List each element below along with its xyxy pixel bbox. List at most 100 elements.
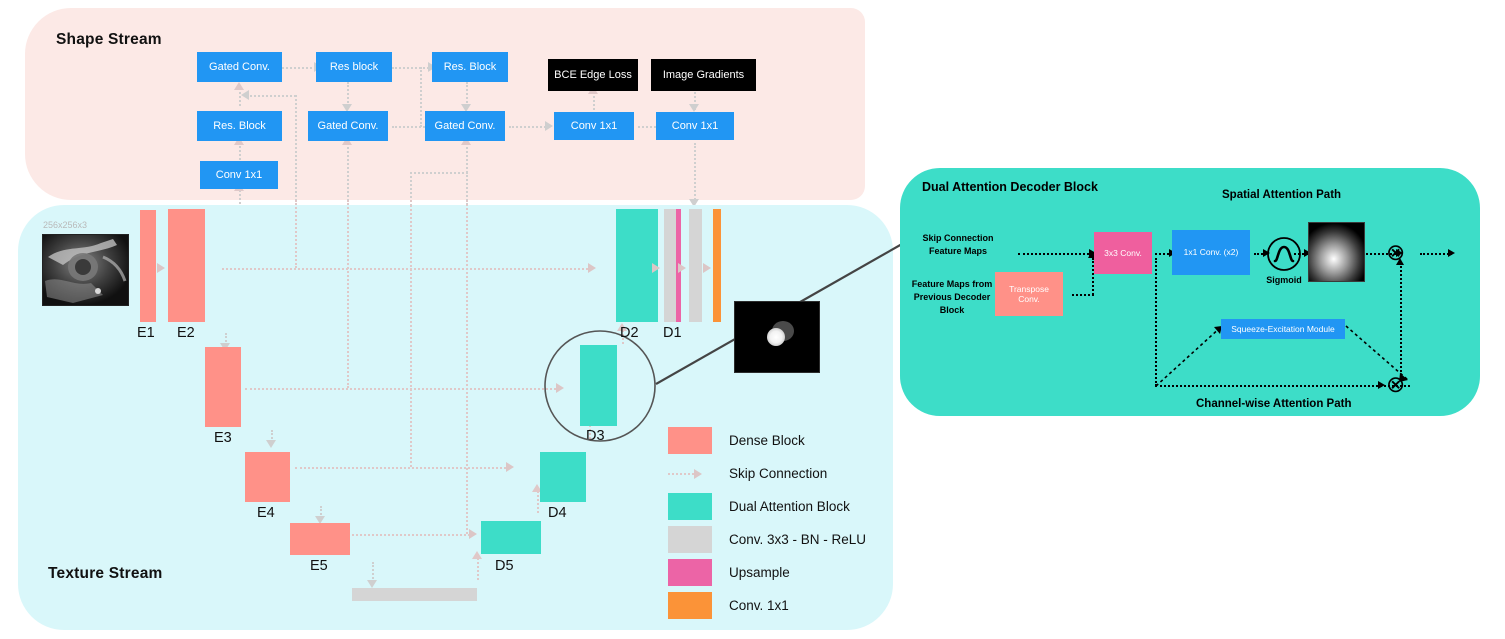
input-arrow bbox=[157, 263, 165, 273]
shape-block-conv-1x1-c[interactable]: Conv 1x1 bbox=[656, 112, 734, 140]
skip-arrow bbox=[588, 263, 596, 273]
shape-connector bbox=[246, 95, 296, 97]
legend: Dense Block Skip Connection Dual Attenti… bbox=[668, 424, 888, 622]
skip-connection-input-label-line2: Feature Maps bbox=[928, 246, 988, 256]
encoder-label-e5: E5 bbox=[310, 558, 328, 574]
skip-riser bbox=[410, 200, 412, 467]
legend-swatch-dual-attention-block bbox=[668, 493, 712, 520]
decoder-flow-arrow bbox=[652, 263, 660, 273]
encoder-label-e2: E2 bbox=[177, 325, 195, 341]
dab-transpose-conv-box[interactable]: Transpose Conv. bbox=[995, 272, 1063, 316]
skip-connection-e1 bbox=[222, 268, 592, 270]
encoder-block-e4[interactable] bbox=[245, 452, 290, 502]
prev-decoder-input-label-line3: Block bbox=[939, 305, 965, 315]
encoder-block-e5[interactable] bbox=[290, 523, 350, 555]
legend-item-skip-connection: Skip Connection bbox=[668, 457, 888, 490]
input-mri-image bbox=[42, 234, 129, 306]
dab-conv1x1-box[interactable]: 1x1 Conv. (x2) bbox=[1172, 230, 1250, 275]
legend-swatch-skip-connection bbox=[668, 460, 712, 487]
decoder-up-connector bbox=[537, 491, 539, 513]
shape-connector-arrow bbox=[241, 90, 249, 100]
shape-stream-title: Shape Stream bbox=[56, 31, 162, 48]
shape-connector bbox=[282, 67, 316, 69]
shape-connector-arrow bbox=[545, 121, 553, 131]
encoder-down-arrow bbox=[367, 580, 377, 588]
prev-decoder-input-label-line2: Previous Decoder bbox=[913, 292, 991, 302]
legend-swatch-conv-bn-relu bbox=[668, 526, 712, 553]
skip-riser bbox=[347, 200, 349, 388]
decoder-flow-arrow bbox=[678, 263, 686, 273]
bottleneck-conv-bn-relu[interactable] bbox=[352, 588, 477, 601]
prev-decoder-input-label-line1: Feature Maps from bbox=[911, 279, 993, 289]
encoder-label-e1: E1 bbox=[137, 325, 155, 341]
encoder-block-e1[interactable] bbox=[140, 210, 156, 322]
encoder-block-e2[interactable] bbox=[168, 209, 205, 322]
legend-item-dual-attention-block: Dual Attention Block bbox=[668, 490, 888, 523]
spatial-multiply-node: ⊗ bbox=[1386, 239, 1406, 265]
legend-label: Conv. 3x3 - BN - ReLU bbox=[729, 532, 867, 547]
channel-multiply-node: ⊗ bbox=[1386, 371, 1406, 397]
shape-block-gated-conv-2[interactable]: Gated Conv. bbox=[308, 111, 388, 141]
skip-connection-e4 bbox=[295, 467, 510, 469]
shape-block-gated-conv-3[interactable]: Gated Conv. bbox=[425, 111, 505, 141]
skip-connection-e3 bbox=[245, 388, 560, 390]
legend-label: Upsample bbox=[729, 565, 790, 580]
spatial-attention-path-label: Spatial Attention Path bbox=[1222, 189, 1342, 201]
shape-connector bbox=[509, 126, 549, 128]
decoder-conv-bn-relu-2[interactable] bbox=[689, 209, 702, 322]
shape-block-bce-edge-loss[interactable]: BCE Edge Loss bbox=[548, 59, 638, 91]
legend-item-conv-1x1: Conv. 1x1 bbox=[668, 589, 888, 622]
legend-swatch-dense-block bbox=[668, 427, 712, 454]
transpose-conv-label-line1: Transpose bbox=[1009, 283, 1049, 294]
decoder-flow-arrow bbox=[703, 263, 711, 273]
shape-block-res-block-3[interactable]: Res. Block bbox=[432, 52, 508, 82]
skip-arrow bbox=[469, 529, 477, 539]
dab-conv3x3-box[interactable]: 3x3 Conv. bbox=[1094, 232, 1152, 274]
shape-block-gated-conv-1[interactable]: Gated Conv. bbox=[197, 52, 282, 82]
shape-block-conv-1x1-a[interactable]: Conv 1x1 bbox=[200, 161, 278, 189]
skip-riser bbox=[466, 200, 468, 534]
texture-stream-title: Texture Stream bbox=[48, 565, 163, 582]
spatial-attention-map bbox=[1308, 222, 1365, 282]
decoder-conv-1x1[interactable] bbox=[713, 209, 721, 322]
dab-title: Dual Attention Decoder Block bbox=[922, 180, 1098, 194]
shape-connector bbox=[593, 92, 595, 110]
legend-item-conv-bn-relu: Conv. 3x3 - BN - ReLU bbox=[668, 523, 888, 556]
skip-arrow bbox=[506, 462, 514, 472]
encoder-label-e3: E3 bbox=[214, 430, 232, 446]
legend-swatch-upsample bbox=[668, 559, 712, 586]
encoder-block-e3[interactable] bbox=[205, 347, 241, 427]
shape-connector-arrow bbox=[234, 82, 244, 90]
sigmoid-icon bbox=[1267, 237, 1301, 271]
decoder-label-d1: D1 bbox=[663, 325, 682, 341]
shape-block-conv-1x1-b[interactable]: Conv 1x1 bbox=[554, 112, 634, 140]
shape-connector bbox=[466, 82, 468, 106]
dab-squeeze-excitation-box[interactable]: Squeeze-Excitation Module bbox=[1221, 319, 1345, 339]
shape-block-res-block-1[interactable]: Res block bbox=[316, 52, 392, 82]
shape-connector bbox=[295, 95, 297, 213]
legend-label: Dense Block bbox=[729, 433, 805, 448]
decoder-label-d4: D4 bbox=[548, 505, 567, 521]
shape-connector bbox=[347, 82, 349, 106]
legend-label: Skip Connection bbox=[729, 466, 828, 481]
decoder-block-d4[interactable] bbox=[540, 452, 586, 502]
legend-item-upsample: Upsample bbox=[668, 556, 888, 589]
legend-label: Dual Attention Block bbox=[729, 499, 850, 514]
shape-connector bbox=[410, 172, 468, 174]
decoder-label-d2: D2 bbox=[620, 325, 639, 341]
decoder-block-d5[interactable] bbox=[481, 521, 541, 554]
shape-block-res-block-2[interactable]: Res. Block bbox=[197, 111, 282, 141]
legend-swatch-conv-1x1 bbox=[668, 592, 712, 619]
channel-attention-path-label: Channel-wise Attention Path bbox=[1196, 398, 1352, 410]
shape-block-image-gradients[interactable]: Image Gradients bbox=[651, 59, 756, 91]
dab-connector-arrow bbox=[1448, 249, 1455, 257]
shape-connector bbox=[694, 143, 696, 203]
shape-connector bbox=[392, 67, 432, 69]
shape-connector bbox=[239, 143, 241, 163]
dab-connector bbox=[1018, 253, 1093, 255]
skip-riser bbox=[295, 200, 297, 268]
legend-item-dense-block: Dense Block bbox=[668, 424, 888, 457]
sigmoid-label: Sigmoid bbox=[1266, 275, 1302, 285]
output-mask-image bbox=[734, 301, 820, 373]
encoder-label-e4: E4 bbox=[257, 505, 275, 521]
